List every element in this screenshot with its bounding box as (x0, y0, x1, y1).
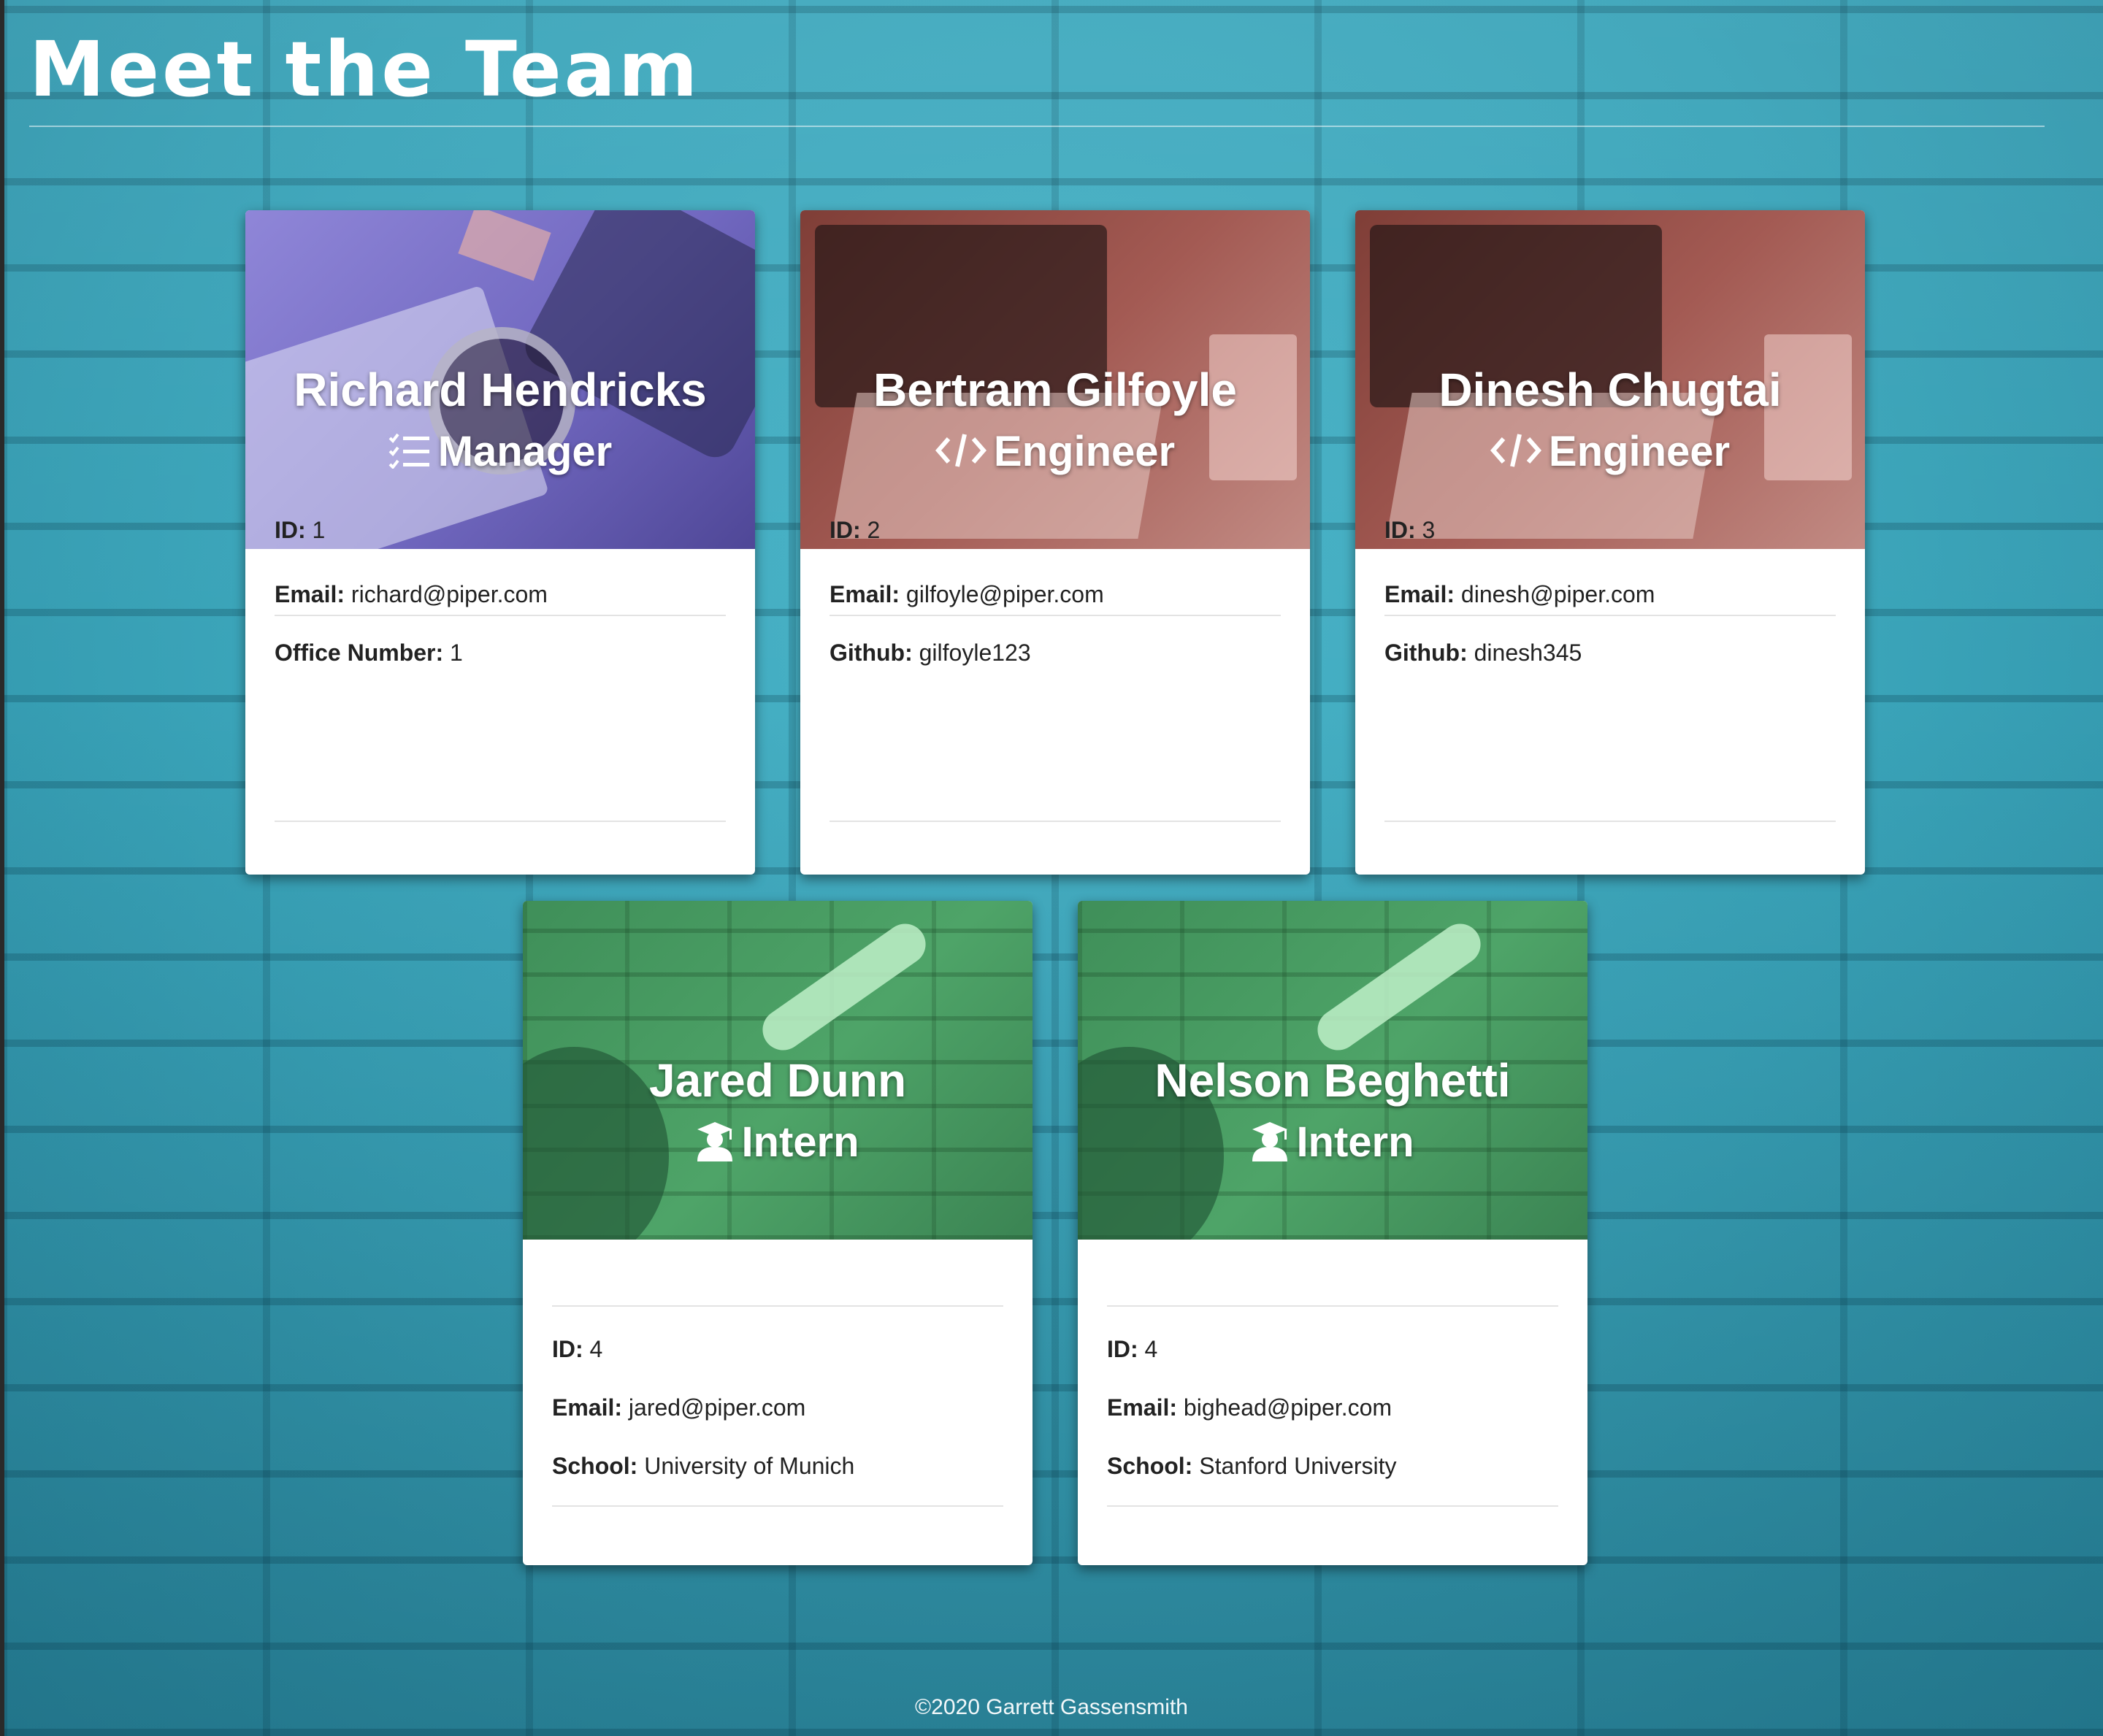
id-label: ID: (1384, 517, 1416, 543)
email-link[interactable]: bighead@piper.com (1184, 1394, 1392, 1421)
github-label: Github: (830, 640, 913, 666)
employee-email: Email: bighead@piper.com (1107, 1393, 1392, 1422)
email-link[interactable]: richard@piper.com (351, 581, 548, 607)
divider (1384, 615, 1836, 616)
page-title: Meet the Team (29, 25, 701, 114)
role-label: Engineer (993, 428, 1176, 475)
employee-role: Intern (523, 1117, 1033, 1168)
code-icon (1490, 434, 1541, 467)
id-value: 4 (1144, 1336, 1158, 1362)
card-header: Nelson Beghetti Intern (1078, 901, 1587, 1240)
employee-email: Email: jared@piper.com (552, 1393, 805, 1422)
employee-github: Github: dinesh345 (1384, 638, 1582, 667)
footer-copyright: ©2020 Garrett Gassensmith (915, 1695, 1188, 1719)
employee-id: ID: 4 (1107, 1334, 1157, 1364)
employee-office: Office Number: 1 (275, 638, 463, 667)
divider (275, 821, 726, 822)
email-label: Email: (1384, 581, 1455, 607)
employee-card: Bertram Gilfoyle Engineer ID: 2 Email: g… (800, 210, 1310, 875)
divider (1107, 1305, 1558, 1307)
email-label: Email: (552, 1394, 623, 1421)
divider (552, 1505, 1003, 1507)
tasks-icon (388, 433, 429, 469)
id-label: ID: (1107, 1336, 1138, 1362)
school-value: Stanford University (1199, 1453, 1397, 1479)
role-label: Intern (741, 1118, 859, 1166)
role-label: Intern (1296, 1118, 1414, 1166)
code-icon (935, 434, 987, 467)
divider (830, 821, 1281, 822)
employee-card: Nelson Beghetti Intern ID: 4 Email: bigh… (1078, 901, 1587, 1565)
id-value: 1 (312, 517, 326, 543)
id-value: 3 (1422, 517, 1436, 543)
employee-name: Richard Hendricks (294, 364, 707, 416)
id-label: ID: (552, 1336, 583, 1362)
employee-id: ID: 3 (1384, 515, 1435, 545)
divider (552, 1305, 1003, 1307)
employee-role: Intern (1078, 1117, 1587, 1168)
id-value: 4 (589, 1336, 603, 1362)
employee-school: School: Stanford University (1107, 1451, 1397, 1480)
graduate-icon (697, 1121, 733, 1161)
window-edge (0, 0, 4, 1736)
email-link[interactable]: jared@piper.com (629, 1394, 805, 1421)
employee-name: Nelson Beghetti (1154, 1054, 1511, 1107)
employee-role: Engineer (800, 426, 1310, 477)
github-label: Github: (1384, 640, 1468, 666)
card-header: Dinesh Chugtai Engineer (1355, 210, 1865, 549)
title-divider (29, 126, 2045, 127)
email-link[interactable]: dinesh@piper.com (1461, 581, 1655, 607)
employee-name: Dinesh Chugtai (1439, 364, 1782, 416)
employee-email: Email: richard@piper.com (275, 580, 548, 609)
card-header: Richard Hendricks Manager (245, 210, 755, 549)
employee-name: Bertram Gilfoyle (873, 364, 1237, 416)
card-header: Jared Dunn Intern (523, 901, 1033, 1240)
employee-email: Email: gilfoyle@piper.com (830, 580, 1104, 609)
github-link[interactable]: gilfoyle123 (919, 640, 1031, 666)
employee-role: Manager (245, 426, 755, 477)
divider (830, 615, 1281, 616)
email-link[interactable]: gilfoyle@piper.com (906, 581, 1104, 607)
employee-id: ID: 4 (552, 1334, 602, 1364)
email-label: Email: (1107, 1394, 1178, 1421)
github-link[interactable]: dinesh345 (1474, 640, 1582, 666)
divider (275, 615, 726, 616)
divider (1384, 821, 1836, 822)
role-label: Manager (437, 428, 613, 475)
id-label: ID: (275, 517, 306, 543)
office-label: Office Number: (275, 640, 444, 666)
employee-name: Jared Dunn (648, 1054, 907, 1107)
card-header: Bertram Gilfoyle Engineer (800, 210, 1310, 549)
employee-id: ID: 1 (275, 515, 325, 545)
id-value: 2 (867, 517, 881, 543)
graduate-icon (1252, 1121, 1288, 1161)
employee-email: Email: dinesh@piper.com (1384, 580, 1655, 609)
employee-role: Engineer (1355, 426, 1865, 477)
sticky-notes-image (458, 210, 551, 281)
employee-card: Dinesh Chugtai Engineer ID: 3 Email: din… (1355, 210, 1865, 875)
email-label: Email: (275, 581, 345, 607)
employee-card: Richard Hendricks Manager ID: 1 Email: r… (245, 210, 755, 875)
school-label: School: (552, 1453, 638, 1479)
school-value: University of Munich (644, 1453, 855, 1479)
office-value: 1 (450, 640, 463, 666)
employee-id: ID: 2 (830, 515, 880, 545)
email-label: Email: (830, 581, 900, 607)
employee-github: Github: gilfoyle123 (830, 638, 1031, 667)
employee-school: School: University of Munich (552, 1451, 854, 1480)
role-label: Engineer (1548, 428, 1731, 475)
divider (1107, 1505, 1558, 1507)
employee-card: Jared Dunn Intern ID: 4 Email: jared@pip… (523, 901, 1033, 1565)
id-label: ID: (830, 517, 861, 543)
school-label: School: (1107, 1453, 1193, 1479)
